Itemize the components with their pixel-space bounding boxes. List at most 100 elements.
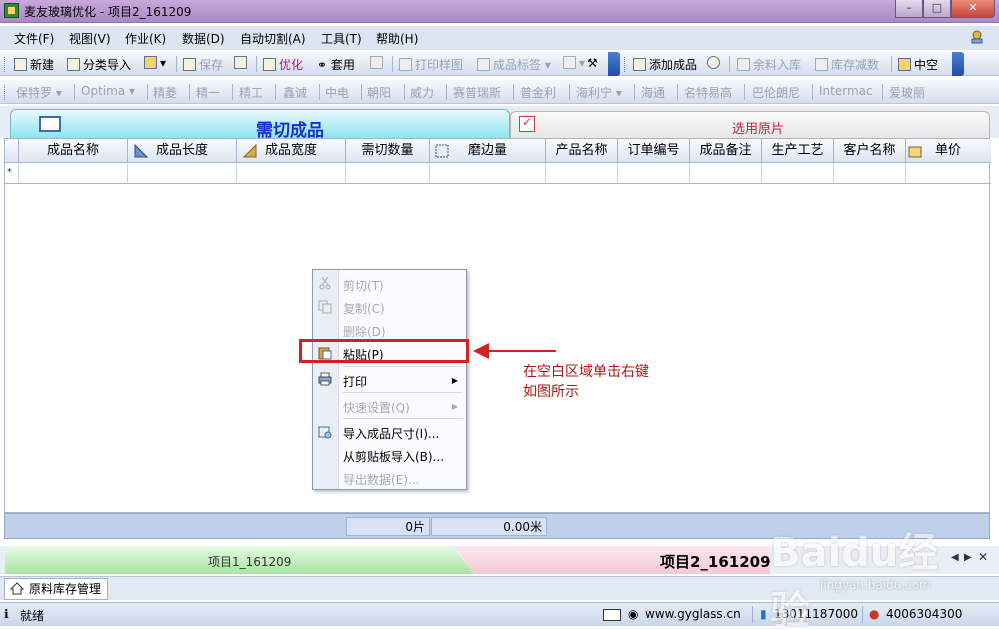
menu-cut[interactable]: 剪切(T): [343, 277, 384, 294]
col-cut-quantity[interactable]: 需切数量: [346, 139, 430, 163]
surplus-in-button[interactable]: 余料入库: [737, 56, 801, 73]
machine-optima[interactable]: Optima ▾: [81, 84, 135, 98]
toolbar-grip[interactable]: [624, 57, 627, 72]
dotted-square-icon: [435, 144, 449, 158]
machine-pujinli[interactable]: 普金利: [520, 84, 556, 101]
total-pieces: 0片: [346, 517, 430, 536]
project-1-label: 项目1_161209: [208, 555, 292, 569]
col-product-name[interactable]: 成品名称: [19, 139, 128, 163]
machine-haitong[interactable]: 海通: [641, 84, 665, 101]
tab-products-to-cut[interactable]: 需切成品: [10, 109, 510, 141]
col-process[interactable]: 生产工艺: [762, 139, 834, 163]
arrow-line: [488, 350, 556, 352]
col-unit-price[interactable]: 单价: [906, 139, 990, 163]
machine-weili[interactable]: 威力: [410, 84, 434, 101]
toolbar-grip[interactable]: [4, 57, 7, 72]
apply-button[interactable]: ⚭ 套用: [317, 56, 355, 73]
machine-zhongdian[interactable]: 中电: [325, 84, 349, 101]
col-order-number[interactable]: 订单编号: [618, 139, 690, 163]
menu-delete[interactable]: 删除(D): [343, 323, 386, 340]
menu-job[interactable]: 作业(K): [125, 30, 166, 47]
open-button[interactable]: ▾: [144, 56, 166, 70]
import-button[interactable]: 分类导入: [67, 56, 131, 73]
col-product-length[interactable]: 成品长度: [128, 139, 237, 163]
grid-tool-button[interactable]: [370, 56, 386, 70]
machine-saipuruisi[interactable]: 赛普瑞斯: [453, 84, 501, 101]
stock-reduce-button[interactable]: 库存减数: [815, 56, 879, 73]
close-project-icon[interactable]: ✕: [978, 550, 988, 564]
machine-xincheng[interactable]: 鑫诚: [283, 84, 307, 101]
tab-stock-management[interactable]: 原料库存管理: [4, 578, 108, 600]
menu-file[interactable]: 文件(F): [14, 30, 54, 47]
product-label-button[interactable]: 成品标签 ▾: [477, 56, 551, 73]
toolbar-overflow[interactable]: [608, 52, 620, 76]
machine-mingteyigao[interactable]: 名特易高: [684, 84, 732, 101]
search-button[interactable]: [707, 56, 723, 70]
col-customer[interactable]: 客户名称: [834, 139, 906, 163]
grid-header: 成品名称 成品长度 成品宽度 需切数量 磨边量 产品名称 订单编号 成品备注 生…: [5, 139, 991, 163]
menu-copy[interactable]: 复制(C): [343, 300, 385, 317]
machine-chaoyang[interactable]: 朝阳: [367, 84, 391, 101]
menu-tools[interactable]: 工具(T): [321, 30, 362, 47]
table-cell[interactable]: [762, 164, 834, 184]
table-cell[interactable]: [618, 164, 690, 184]
new-row[interactable]: *: [5, 164, 991, 184]
copy-tool-button[interactable]: [234, 56, 250, 70]
machine-intermac[interactable]: Intermac: [819, 84, 873, 98]
table-cell[interactable]: [546, 164, 618, 184]
maximize-button[interactable]: □: [923, 0, 951, 18]
toolbar-grip[interactable]: [4, 85, 7, 100]
add-product-button[interactable]: 添加成品: [633, 56, 697, 73]
print-sample-button[interactable]: 打印样图: [399, 56, 463, 73]
table-cell[interactable]: [237, 164, 346, 184]
menu-view[interactable]: 视图(V): [69, 30, 111, 47]
machine-toolbar: 保特罗 ▾ Optima ▾ 精菱 精一 精工 鑫诚 中电 朝阳 威力 赛普瑞斯…: [0, 80, 999, 104]
menu-import-sizes[interactable]: 导入成品尺寸(I)...: [343, 425, 439, 442]
col-product-width[interactable]: 成品宽度: [237, 139, 346, 163]
context-menu: 剪切(T) 复制(C) 删除(D) 粘贴(P) 打印 ▶ 快速设置(Q) ▶ 导…: [312, 269, 467, 490]
machine-jinggong[interactable]: 精工: [239, 84, 263, 101]
col-item-name[interactable]: 产品名称: [546, 139, 618, 163]
machine-hailining[interactable]: 海利宁 ▾: [576, 84, 622, 101]
menu-auto-cut[interactable]: 自动切割(A): [240, 30, 306, 47]
machine-baoteluo[interactable]: 保特罗 ▾: [16, 84, 62, 101]
product-grid[interactable]: 成品名称 成品长度 成品宽度 需切数量 磨边量 产品名称 订单编号 成品备注 生…: [4, 138, 991, 513]
hollow-button[interactable]: 中空: [898, 56, 938, 73]
skin-icon[interactable]: [969, 29, 985, 45]
new-button[interactable]: 新建: [14, 56, 54, 73]
menu-help[interactable]: 帮助(H): [376, 30, 418, 47]
machine-jingling[interactable]: 精菱: [153, 84, 177, 101]
save-button[interactable]: 保存: [183, 56, 223, 73]
keyboard-icon: [603, 609, 621, 621]
col-edge-grinding[interactable]: 磨边量: [430, 139, 546, 163]
doc-tool-button[interactable]: ▾: [563, 56, 585, 70]
menu-export[interactable]: 导出数据(E)...: [343, 471, 419, 488]
col-product-remark[interactable]: 成品备注: [690, 139, 762, 163]
menu-quick-settings[interactable]: 快速设置(Q): [343, 399, 410, 416]
table-cell[interactable]: [834, 164, 906, 184]
minimize-button[interactable]: –: [895, 0, 923, 18]
table-cell[interactable]: [906, 164, 990, 184]
optimize-icon: [263, 58, 276, 71]
menu-data[interactable]: 数据(D): [182, 30, 225, 47]
table-cell[interactable]: [19, 164, 128, 184]
close-button[interactable]: ✕: [951, 0, 995, 18]
machine-aiboli[interactable]: 爱玻丽: [889, 84, 925, 101]
machine-balunlangni[interactable]: 巴伦朗尼: [752, 84, 800, 101]
table-cell[interactable]: [128, 164, 237, 184]
annotation-line1: 在空白区域单击右键: [523, 364, 649, 380]
menu-import-clipboard[interactable]: 从剪贴板导入(B)...: [343, 448, 444, 465]
machine-jingyi[interactable]: 精一: [196, 84, 220, 101]
arrow-head-icon: [473, 343, 489, 359]
toolbar-overflow-2[interactable]: [952, 52, 964, 76]
table-cell[interactable]: [430, 164, 546, 184]
status-website[interactable]: www.gyglass.cn: [645, 607, 741, 621]
stock-icon: [815, 58, 828, 71]
table-cell[interactable]: [346, 164, 430, 184]
tab-selected-sheets[interactable]: 选用原片: [510, 111, 990, 138]
tools-button[interactable]: ⚒: [587, 56, 598, 70]
baidu-watermark: Baidu经验 jingyan.baidu.com: [770, 520, 970, 630]
optimize-button[interactable]: 优化: [263, 56, 303, 73]
menu-print[interactable]: 打印: [343, 373, 367, 390]
table-cell[interactable]: [690, 164, 762, 184]
